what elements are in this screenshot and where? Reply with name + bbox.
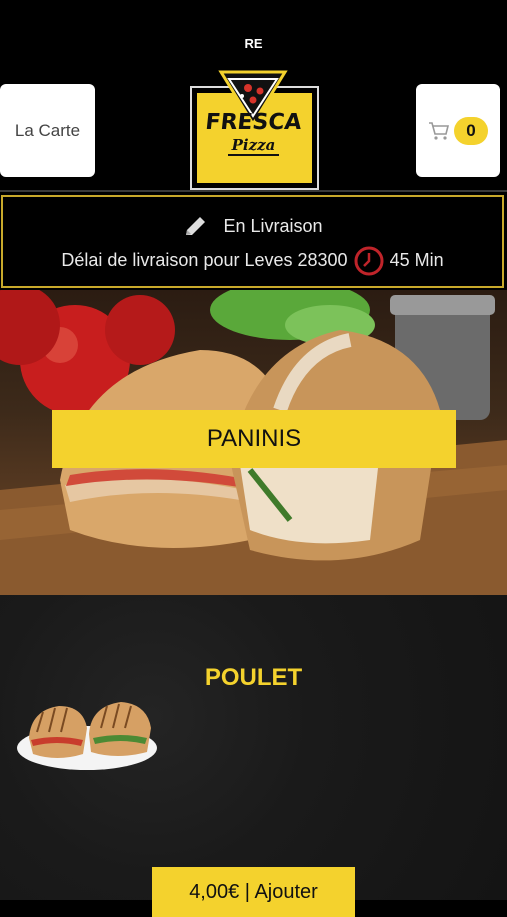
product-image[interactable]	[17, 698, 157, 770]
delivery-mode: En Livraison	[223, 215, 323, 236]
delivery-banner[interactable]: En Livraison Délai de livraison pour Lev…	[1, 195, 504, 288]
logo-subtitle: Pizza	[190, 136, 317, 156]
delivery-delay-text: Délai de livraison pour Leves 28300	[61, 249, 348, 270]
logo: FRESCA Pizza	[190, 66, 319, 190]
add-to-cart-button[interactable]: 4,00€ | Ajouter	[152, 867, 355, 917]
delivery-time: 45 Min	[389, 249, 444, 270]
logo-title: FRESCA	[204, 110, 303, 135]
pencil-icon	[186, 217, 206, 235]
header-divider	[0, 190, 507, 192]
status-carrier: RE	[244, 36, 263, 51]
menu-button[interactable]: La Carte	[0, 84, 95, 177]
cart-icon	[429, 121, 450, 140]
category-title: PANINIS	[52, 410, 456, 468]
cart-count-badge: 0	[454, 116, 488, 145]
category-hero[interactable]: PANINIS	[0, 290, 507, 595]
clock-icon	[354, 246, 384, 276]
cart-button[interactable]: 0	[416, 84, 500, 177]
subcategory-title: POULET	[204, 664, 303, 691]
